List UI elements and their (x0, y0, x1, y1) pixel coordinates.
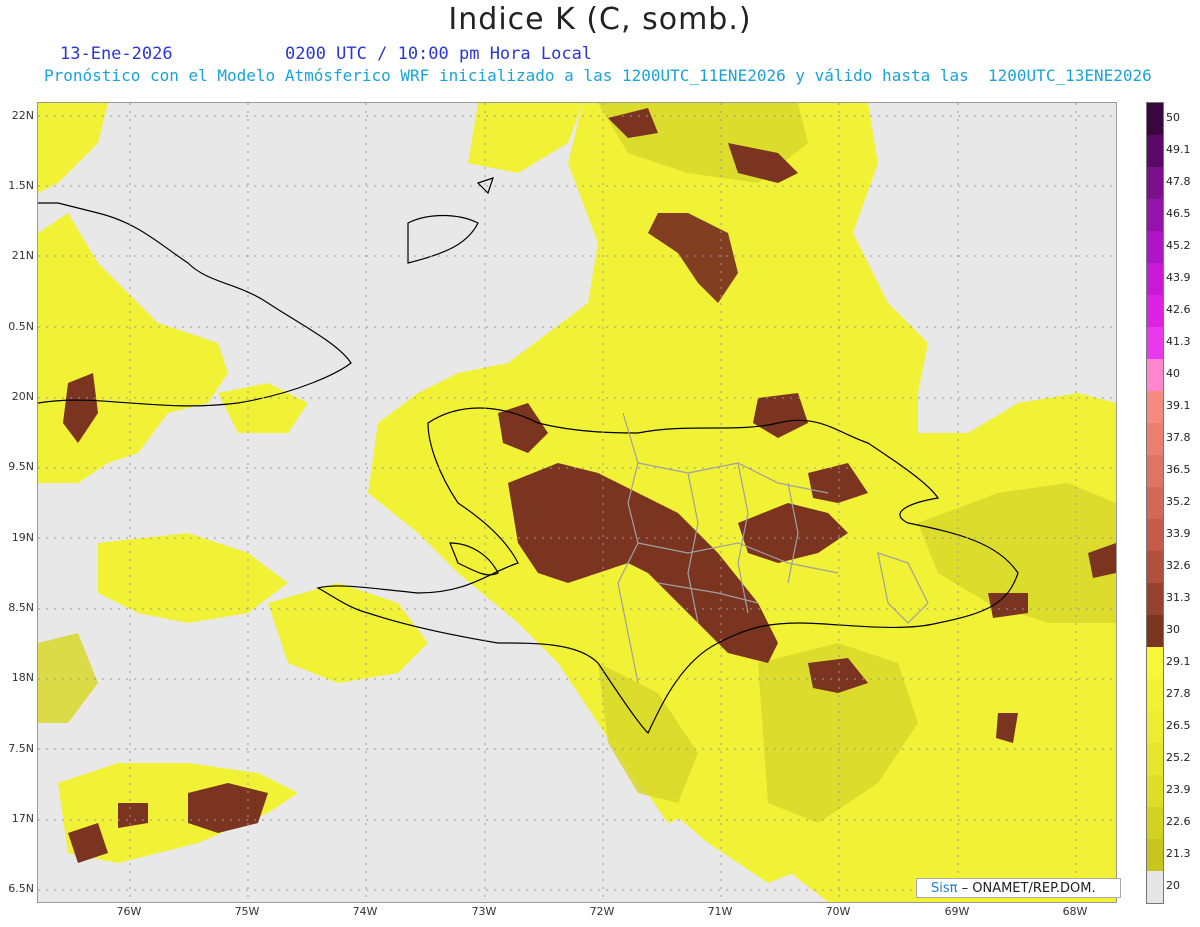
colorbar-swatch (1147, 455, 1163, 487)
colorbar-label: 31.3 (1166, 591, 1191, 604)
map-area (37, 102, 1117, 903)
colorbar-swatch (1147, 871, 1163, 903)
colorbar-swatch (1147, 551, 1163, 583)
lon-label: 75W (234, 905, 260, 918)
colorbar-label: 30 (1166, 623, 1180, 636)
colorbar (1146, 102, 1164, 904)
colorbar-label: 20 (1166, 879, 1180, 892)
lat-label: 9.5N (8, 460, 34, 473)
lon-label: 76W (116, 905, 142, 918)
colorbar-swatch (1147, 295, 1163, 327)
colorbar-label: 39.1 (1166, 399, 1191, 412)
colorbar-swatch (1147, 615, 1163, 647)
k-index-map (38, 103, 1116, 902)
lat-label: 1.5N (8, 179, 34, 192)
lat-label: 0.5N (8, 320, 34, 333)
lat-label: 17N (11, 812, 34, 825)
colorbar-swatch (1147, 839, 1163, 871)
lon-label: 73W (471, 905, 497, 918)
lon-label: 70W (825, 905, 851, 918)
lon-label: 71W (707, 905, 733, 918)
lat-label: 8.5N (8, 601, 34, 614)
colorbar-swatch (1147, 263, 1163, 295)
colorbar-swatch (1147, 135, 1163, 167)
colorbar-label: 36.5 (1166, 463, 1191, 476)
colorbar-label: 32.6 (1166, 559, 1191, 572)
colorbar-label: 26.5 (1166, 719, 1191, 732)
colorbar-swatch (1147, 679, 1163, 711)
colorbar-swatch (1147, 583, 1163, 615)
map-title: Indice K (C, somb.) (448, 2, 752, 37)
colorbar-label: 50 (1166, 111, 1180, 124)
colorbar-label: 43.9 (1166, 271, 1191, 284)
colorbar-label: 37.8 (1166, 431, 1191, 444)
lat-label: 20N (11, 390, 34, 403)
colorbar-label: 42.6 (1166, 303, 1191, 316)
colorbar-swatch (1147, 359, 1163, 391)
forecast-description: Pronóstico con el Modelo Atmósferico WRF… (44, 66, 1152, 85)
colorbar-label: 40 (1166, 367, 1180, 380)
sispi-logo-text: Sisπ (931, 881, 958, 896)
colorbar-label: 25.2 (1166, 751, 1191, 764)
colorbar-label: 29.1 (1166, 655, 1191, 668)
colorbar-swatch (1147, 103, 1163, 135)
colorbar-swatch (1147, 807, 1163, 839)
colorbar-label: 33.9 (1166, 527, 1191, 540)
colorbar-label: 49.1 (1166, 143, 1191, 156)
colorbar-label: 27.8 (1166, 687, 1191, 700)
colorbar-swatch (1147, 423, 1163, 455)
colorbar-label: 21.3 (1166, 847, 1191, 860)
colorbar-label: 23.9 (1166, 783, 1191, 796)
colorbar-swatch (1147, 743, 1163, 775)
credit-org: – ONAMET/REP.DOM. (957, 881, 1096, 896)
colorbar-label: 35.2 (1166, 495, 1191, 508)
colorbar-swatch (1147, 199, 1163, 231)
lat-label: 6.5N (8, 882, 34, 895)
lon-label: 68W (1062, 905, 1088, 918)
lon-label: 74W (352, 905, 378, 918)
colorbar-swatch (1147, 519, 1163, 551)
forecast-time: 0200 UTC / 10:00 pm Hora Local (285, 44, 593, 64)
lat-label: 21N (11, 249, 34, 262)
credit-box: Sisπ – ONAMET/REP.DOM. (916, 878, 1121, 898)
colorbar-label: 45.2 (1166, 239, 1191, 252)
forecast-date: 13-Ene-2026 (60, 44, 173, 64)
colorbar-swatch (1147, 327, 1163, 359)
colorbar-swatch (1147, 487, 1163, 519)
lat-label: 7.5N (8, 742, 34, 755)
lon-label: 72W (589, 905, 615, 918)
colorbar-swatch (1147, 775, 1163, 807)
colorbar-label: 22.6 (1166, 815, 1191, 828)
lat-label: 22N (11, 109, 34, 122)
colorbar-swatch (1147, 647, 1163, 679)
colorbar-label: 47.8 (1166, 175, 1191, 188)
colorbar-swatch (1147, 711, 1163, 743)
colorbar-label: 46.5 (1166, 207, 1191, 220)
colorbar-label: 41.3 (1166, 335, 1191, 348)
lon-label: 69W (944, 905, 970, 918)
lat-label: 19N (11, 531, 34, 544)
colorbar-swatch (1147, 231, 1163, 263)
colorbar-swatch (1147, 167, 1163, 199)
lat-label: 18N (11, 671, 34, 684)
colorbar-swatch (1147, 391, 1163, 423)
